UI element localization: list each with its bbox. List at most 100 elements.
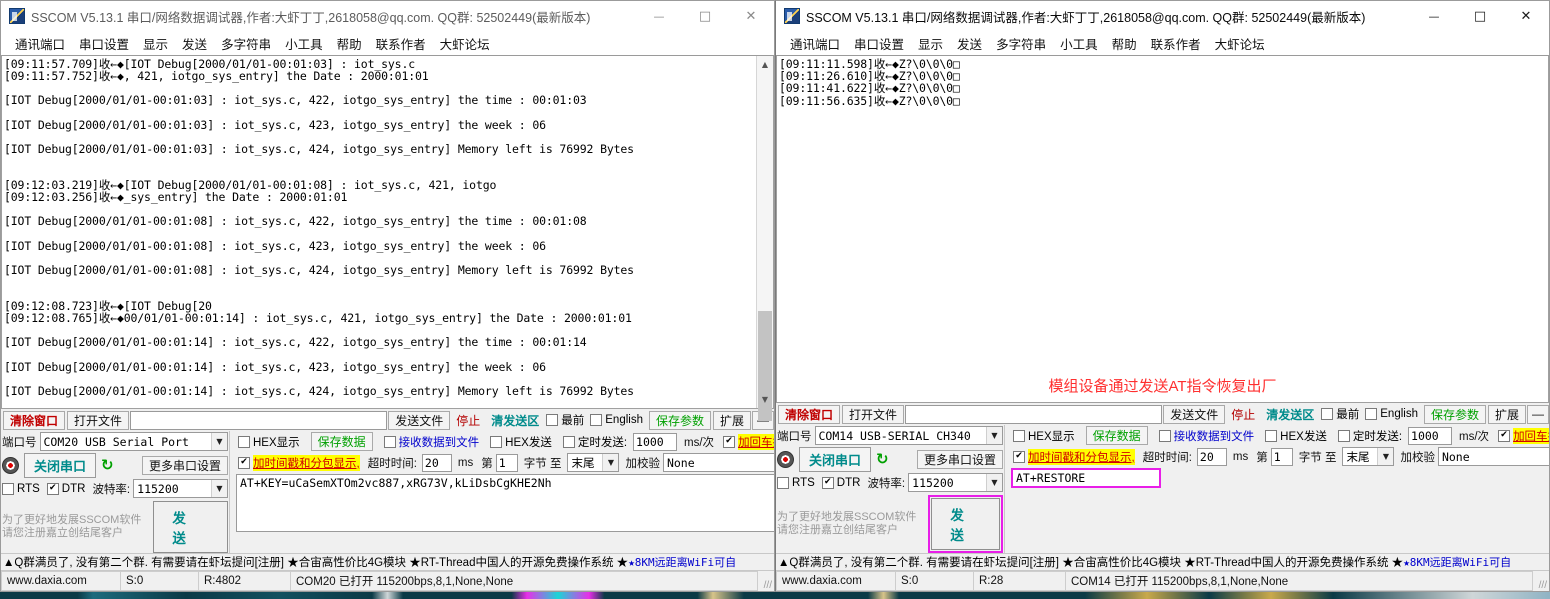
more-serial-settings-button[interactable]: 更多串口设置 [141, 455, 228, 475]
checksum-select[interactable]: None ▼ [1437, 447, 1549, 466]
timed-send-checkbox-box[interactable] [1337, 429, 1350, 442]
menu-item-contact[interactable]: 联系作者 [1144, 32, 1208, 55]
sscom-window-right[interactable]: SSCOM V5.13.1 串口/网络数据调试器,作者:大虾丁丁,2618058… [775, 0, 1550, 592]
timeout-input[interactable]: 20 [1196, 447, 1227, 466]
rts-checkbox[interactable]: RTS [2, 482, 40, 495]
recv-to-file-checkbox[interactable]: 接收数据到文件 [383, 434, 479, 450]
chevron-down-icon[interactable]: ▼ [211, 480, 227, 497]
topmost-checkbox-box[interactable] [546, 414, 559, 426]
menu-item-comm-port[interactable]: 通讯端口 [8, 32, 72, 55]
topmost-checkbox[interactable]: 最前 [1321, 406, 1359, 422]
rts-checkbox-box[interactable] [2, 482, 14, 495]
ad-blue-text[interactable]: ★8KM远距离WiFi可自 [1403, 554, 1511, 570]
send-button[interactable]: 发 送 [931, 498, 1000, 550]
maximize-button[interactable] [682, 1, 728, 31]
maximize-button[interactable] [1457, 1, 1503, 31]
byte-end-select[interactable]: 末尾 ▼ [567, 453, 620, 472]
clear-send-area-button[interactable]: 清发送区 [486, 412, 544, 429]
hex-display-checkbox[interactable]: HEX显示 [238, 434, 300, 450]
timed-send-checkbox[interactable]: 定时发送: [562, 434, 627, 450]
menu-item-comm-port[interactable]: 通讯端口 [783, 32, 847, 55]
recv-to-file-checkbox-box[interactable] [1158, 429, 1171, 442]
add-crlf-checkbox[interactable]: 加回车换行 [1498, 427, 1549, 444]
ad-marquee-right[interactable]: ▲Q群满员了, 没有第二个群. 有需要请在虾坛提问[注册] ★合宙高性价比4G模… [776, 553, 1549, 571]
english-checkbox[interactable]: English [590, 414, 643, 426]
english-checkbox-box[interactable] [1365, 408, 1378, 420]
resize-grip-icon[interactable]: /// [1533, 571, 1549, 591]
save-data-button[interactable]: 保存数据 [310, 432, 373, 451]
menu-item-send[interactable]: 发送 [175, 32, 214, 55]
menu-item-help[interactable]: 帮助 [1105, 32, 1144, 55]
topmost-checkbox[interactable]: 最前 [546, 412, 584, 428]
title-bar-left[interactable]: SSCOM V5.13.1 串口/网络数据调试器,作者:大虾丁丁,2618058… [1, 1, 774, 31]
close-button[interactable] [728, 1, 774, 31]
title-bar-right[interactable]: SSCOM V5.13.1 串口/网络数据调试器,作者:大虾丁丁,2618058… [776, 1, 1549, 31]
timed-send-checkbox-box[interactable] [562, 435, 575, 448]
receive-log-right[interactable]: [09:11:11.598]收←◆Z?\0\0\0□ [09:11:26.610]… [777, 56, 1548, 402]
scroll-up-icon[interactable]: ▲ [757, 56, 773, 73]
menu-bar-right[interactable]: 通讯端口 串口设置 显示 发送 多字符串 小工具 帮助 联系作者 大虾论坛 [776, 31, 1549, 55]
close-button[interactable] [1503, 1, 1549, 31]
chevron-down-icon[interactable]: ▼ [1377, 448, 1394, 465]
byte-index-input[interactable]: 1 [495, 453, 518, 472]
menu-item-multistring[interactable]: 多字符串 [214, 32, 278, 55]
open-file-button[interactable]: 打开文件 [67, 410, 130, 430]
rts-checkbox-box[interactable] [777, 476, 789, 489]
clear-send-area-button[interactable]: 清发送区 [1261, 406, 1319, 423]
add-crlf-checkbox[interactable]: 加回车换行 [723, 433, 774, 450]
hex-send-checkbox[interactable]: HEX发送 [490, 434, 552, 450]
refresh-ports-icon[interactable]: ↻ [876, 450, 889, 468]
dtr-checkbox[interactable]: DTR [46, 482, 85, 495]
send-button[interactable]: 发 送 [153, 501, 228, 553]
menu-item-send[interactable]: 发送 [950, 32, 989, 55]
baud-select[interactable]: 115200 ▼ [908, 473, 1003, 492]
hex-display-checkbox-box[interactable] [238, 435, 250, 448]
baud-select[interactable]: 115200 ▼ [133, 479, 228, 498]
status-site[interactable]: www.daxia.com [776, 571, 896, 591]
menu-item-serial-settings[interactable]: 串口设置 [847, 32, 911, 55]
timestamp-checkbox-box[interactable] [1013, 450, 1025, 463]
menu-bar-left[interactable]: 通讯端口 串口设置 显示 发送 多字符串 小工具 帮助 联系作者 大虾论坛 [1, 31, 774, 55]
hex-send-checkbox-box[interactable] [490, 435, 503, 448]
chevron-down-icon[interactable]: ▼ [986, 427, 1002, 444]
dtr-checkbox[interactable]: DTR [821, 476, 860, 489]
byte-index-input[interactable]: 1 [1270, 447, 1293, 466]
close-serial-button[interactable]: 关闭串口 [799, 446, 872, 472]
open-file-button[interactable]: 打开文件 [842, 404, 905, 424]
receive-log-left[interactable]: [09:11:57.709]收←◆[IOT Debug[2000/01/01-0… [2, 56, 756, 408]
timestamp-checkbox[interactable]: 加时间戳和分包显示, [1013, 448, 1135, 465]
sscom-window-left[interactable]: SSCOM V5.13.1 串口/网络数据调试器,作者:大虾丁丁,2618058… [0, 0, 775, 592]
timed-send-checkbox[interactable]: 定时发送: [1337, 428, 1402, 444]
stop-button[interactable]: 停止 [450, 411, 486, 430]
extend-button[interactable]: 扩展 [1487, 404, 1526, 424]
ad-blue-text[interactable]: ★8KM远距离WiFi可自 [628, 554, 736, 570]
minimize-button[interactable] [1411, 1, 1457, 31]
checksum-select[interactable]: None ▼ [662, 453, 774, 472]
add-crlf-checkbox-box[interactable] [1498, 429, 1511, 442]
caption-buttons-left[interactable] [636, 1, 774, 31]
send-file-button[interactable]: 发送文件 [1163, 404, 1226, 424]
dtr-checkbox-box[interactable] [46, 482, 59, 495]
save-params-button[interactable]: 保存参数 [1423, 404, 1486, 424]
clear-window-button[interactable]: 清除窗口 [3, 410, 66, 430]
hex-send-checkbox-box[interactable] [1265, 429, 1278, 442]
hex-display-checkbox[interactable]: HEX显示 [1013, 428, 1075, 444]
hex-display-checkbox-box[interactable] [1013, 429, 1025, 442]
recv-to-file-checkbox[interactable]: 接收数据到文件 [1158, 428, 1254, 444]
hex-send-checkbox[interactable]: HEX发送 [1265, 428, 1327, 444]
ad-marquee-left[interactable]: ▲Q群满员了, 没有第二个群. 有需要请在虾坛提问[注册] ★合宙高性价比4G模… [1, 553, 774, 571]
english-checkbox-box[interactable] [590, 414, 603, 426]
extend-button[interactable]: 扩展 [712, 410, 751, 430]
timed-send-input[interactable]: 1000 [633, 432, 678, 451]
more-serial-settings-button[interactable]: 更多串口设置 [916, 449, 1003, 469]
send-file-button[interactable]: 发送文件 [388, 410, 451, 430]
port-select[interactable]: COM20 USB Serial Port ▼ [39, 432, 228, 451]
menu-item-forum[interactable]: 大虾论坛 [433, 32, 497, 55]
file-path-input[interactable] [905, 404, 1163, 424]
menu-item-display[interactable]: 显示 [136, 32, 175, 55]
resize-grip-icon[interactable]: /// [758, 571, 774, 591]
menu-item-help[interactable]: 帮助 [330, 32, 369, 55]
status-site[interactable]: www.daxia.com [1, 571, 121, 591]
receive-scrollbar-left[interactable]: ▲ ▼ [756, 56, 773, 421]
save-data-button[interactable]: 保存数据 [1085, 426, 1148, 445]
